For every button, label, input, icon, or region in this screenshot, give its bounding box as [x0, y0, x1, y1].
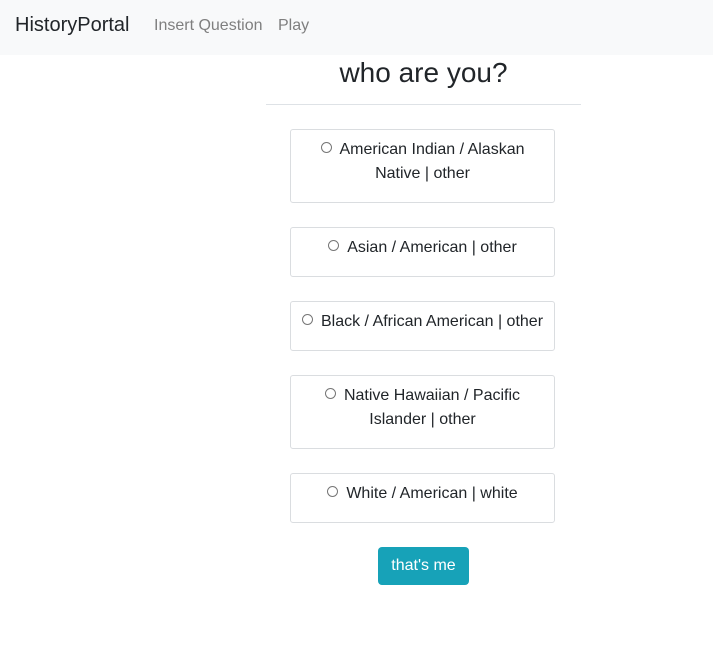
option-label: Asian / American | other — [347, 239, 517, 256]
option-label: Native Hawaiian / Pacific Islander | oth… — [343, 387, 521, 428]
nav-play-link[interactable]: Play — [278, 17, 309, 35]
radio-button[interactable] — [328, 240, 340, 251]
top-navbar: HistoryPortal Insert Question Play — [0, 0, 713, 55]
radio-button[interactable] — [320, 142, 332, 153]
option-label: American Indian / Alaskan Native | other — [339, 141, 525, 182]
option-black[interactable]: Black / African American | other — [290, 301, 555, 351]
title-divider — [266, 104, 581, 105]
radio-button[interactable] — [301, 314, 313, 325]
nav-insert-question-link[interactable]: Insert Question — [154, 17, 263, 35]
page-title: who are you? — [339, 57, 508, 88]
radio-button[interactable] — [324, 388, 336, 399]
radio-button[interactable] — [327, 486, 339, 497]
option-label: White / American | white — [346, 485, 518, 502]
option-white[interactable]: White / American | white — [290, 473, 555, 523]
option-native-hawaiian[interactable]: Native Hawaiian / Pacific Islander | oth… — [290, 375, 555, 449]
option-label: Black / African American | other — [320, 313, 544, 330]
brand-logo-link[interactable]: HistoryPortal — [15, 14, 129, 37]
option-american-indian[interactable]: American Indian / Alaskan Native | other — [290, 129, 555, 203]
submit-button[interactable]: that's me — [378, 547, 469, 585]
option-asian[interactable]: Asian / American | other — [290, 227, 555, 277]
